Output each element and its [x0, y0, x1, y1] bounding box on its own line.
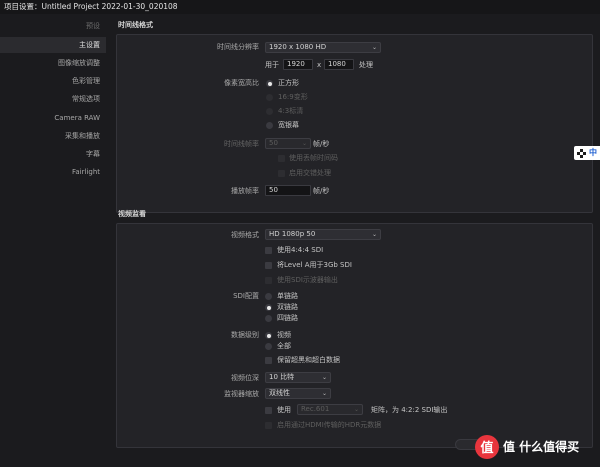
par-square-radio[interactable] — [266, 80, 273, 87]
timeline-resolution-label: 时间线分辨率 — [217, 43, 259, 51]
sidebar-item-capture-playback[interactable]: 采集和播放 — [0, 128, 100, 144]
settings-content: 时间线格式 时间线分辨率 1920 x 1080 HD ⌄ 用于 1920 x … — [110, 16, 600, 467]
sidebar-item-fairlight[interactable]: Fairlight — [0, 164, 100, 180]
sdi-quad-link-label: 四链路 — [277, 314, 298, 322]
timeline-fps-value: 50 — [269, 139, 278, 147]
use-444-sdi-label: 使用4:4:4 SDI — [277, 246, 324, 254]
interlace-checkbox[interactable] — [278, 170, 285, 177]
sdi-config-label: SDI配置 — [233, 292, 259, 300]
watermark-text: 值 什么值得买 — [503, 440, 580, 454]
sidebar-item-color-management[interactable]: 色彩管理 — [0, 73, 100, 89]
hdmi-hdr-checkbox[interactable] — [265, 422, 272, 429]
grid-icon — [577, 149, 586, 158]
video-format-dropdown[interactable]: HD 1080p 50 ⌄ — [265, 229, 381, 240]
sdi-dual-link-label: 双链路 — [277, 303, 298, 311]
par-ntsc-label: 4:3标清 — [278, 107, 304, 115]
window-title: 项目设置：Untitled Project 2022-01-30_020108 — [0, 0, 600, 14]
timeline-resolution-dropdown[interactable]: 1920 x 1080 HD ⌄ — [265, 42, 381, 53]
sidebar-item-master-settings[interactable]: 主设置 — [0, 37, 106, 53]
par-anamorphic-label: 16:9变形 — [278, 93, 308, 101]
sdi-quad-link-radio[interactable] — [265, 315, 272, 322]
timeline-height-field[interactable]: 1080 — [324, 59, 354, 70]
par-cinemascope-label: 宽银幕 — [278, 121, 299, 129]
data-level-video-label: 视频 — [277, 331, 291, 339]
timeline-format-panel: 时间线分辨率 1920 x 1080 HD ⌄ 用于 1920 x 1080 处… — [116, 34, 593, 213]
for-label: 用于 — [265, 61, 279, 69]
chevron-down-icon: ⌄ — [301, 140, 307, 147]
data-level-video-radio[interactable] — [265, 332, 272, 339]
video-format-label: 视频格式 — [231, 231, 259, 239]
rec-matrix-dropdown[interactable]: Rec.601 ⌄ — [297, 404, 363, 415]
timeline-fps-dropdown[interactable]: 50 ⌄ — [265, 138, 311, 149]
rec-matrix-value: Rec.601 — [301, 405, 330, 413]
chevron-down-icon: ⌄ — [321, 390, 327, 397]
sidebar-item-camera-raw[interactable]: Camera RAW — [0, 110, 100, 126]
sidebar-item-image-scaling[interactable]: 图像缩放调整 — [0, 55, 100, 71]
use-matrix-checkbox[interactable] — [265, 407, 272, 414]
drop-frame-checkbox[interactable] — [278, 155, 285, 162]
settings-sidebar: 预设 主设置 图像缩放调整 色彩管理 常规选项 Camera RAW 采集和播放… — [0, 16, 106, 467]
watermark-logo-icon: 值 — [475, 435, 499, 459]
interlace-label: 启用交错处理 — [289, 169, 331, 177]
par-ntsc-radio[interactable] — [266, 108, 273, 115]
timeline-width-field[interactable]: 1920 — [283, 59, 313, 70]
video-format-value: HD 1080p 50 — [269, 230, 316, 238]
svg-text:值: 值 — [480, 440, 493, 456]
chevron-down-icon: ⌄ — [371, 231, 377, 238]
sdi-single-link-label: 单链路 — [277, 292, 298, 300]
level-a-3g-checkbox[interactable] — [265, 262, 272, 269]
monitor-scaling-value: 双线性 — [269, 389, 290, 397]
chevron-down-icon: ⌄ — [353, 406, 359, 413]
sdi-dual-link-radio[interactable] — [265, 304, 272, 311]
drop-frame-label: 使用丢帧时间码 — [289, 154, 338, 162]
bit-depth-label: 视频位深 — [231, 374, 259, 382]
par-square-label: 正方形 — [278, 79, 299, 87]
dimension-separator: x — [317, 61, 322, 69]
timeline-format-title: 时间线格式 — [118, 21, 153, 29]
sidebar-item-subtitles[interactable]: 字幕 — [0, 146, 100, 162]
retain-sub-black-checkbox[interactable] — [265, 357, 272, 364]
video-monitoring-panel: 视频格式 HD 1080p 50 ⌄ 使用4:4:4 SDI 将Level A用… — [116, 223, 593, 448]
ime-language-badge[interactable]: 中 — [574, 146, 600, 160]
hdmi-hdr-label: 启用通过HDMI传输的HDR元数据 — [277, 421, 382, 429]
video-monitoring-title: 视频监看 — [118, 210, 146, 218]
watermark: 值 值 什么值得买 — [473, 430, 597, 464]
bit-depth-dropdown[interactable]: 10 比特 ⌄ — [265, 372, 331, 383]
chevron-down-icon: ⌄ — [371, 44, 377, 51]
sdi-single-link-radio[interactable] — [265, 293, 272, 300]
timeline-fps-unit: 帧/秒 — [313, 140, 330, 148]
monitor-scaling-label: 监视器缩放 — [224, 390, 259, 398]
ime-language-label: 中 — [589, 148, 597, 157]
par-anamorphic-radio[interactable] — [266, 94, 273, 101]
bit-depth-value: 10 比特 — [269, 373, 295, 381]
sdi-scope-output-checkbox[interactable] — [265, 277, 272, 284]
timeline-fps-label: 时间线帧率 — [224, 140, 259, 148]
timeline-resolution-value: 1920 x 1080 HD — [269, 43, 327, 51]
use-label: 使用 — [277, 406, 291, 414]
pixel-aspect-ratio-label: 像素宽高比 — [224, 79, 259, 87]
retain-sub-black-label: 保留超黑和超白数据 — [277, 356, 340, 364]
sidebar-item-general-options[interactable]: 常规选项 — [0, 91, 100, 107]
sidebar-item-presets[interactable]: 预设 — [0, 18, 100, 34]
playback-fps-unit: 帧/秒 — [313, 187, 330, 195]
chevron-down-icon: ⌄ — [321, 374, 327, 381]
matrix-description-label: 矩阵，为 4:2:2 SDI输出 — [371, 406, 448, 414]
data-level-full-radio[interactable] — [265, 343, 272, 350]
sdi-scope-output-label: 使用SDI示波器输出 — [277, 276, 338, 284]
data-level-label: 数据级别 — [231, 331, 259, 339]
playback-fps-label: 播放帧率 — [231, 187, 259, 195]
data-level-full-label: 全部 — [277, 342, 291, 350]
playback-fps-field[interactable]: 50 — [265, 185, 311, 196]
par-cinemascope-radio[interactable] — [266, 122, 273, 129]
level-a-3g-label: 将Level A用于3Gb SDI — [277, 261, 352, 269]
process-label: 处理 — [359, 61, 373, 69]
use-444-sdi-checkbox[interactable] — [265, 247, 272, 254]
monitor-scaling-dropdown[interactable]: 双线性 ⌄ — [265, 388, 331, 399]
